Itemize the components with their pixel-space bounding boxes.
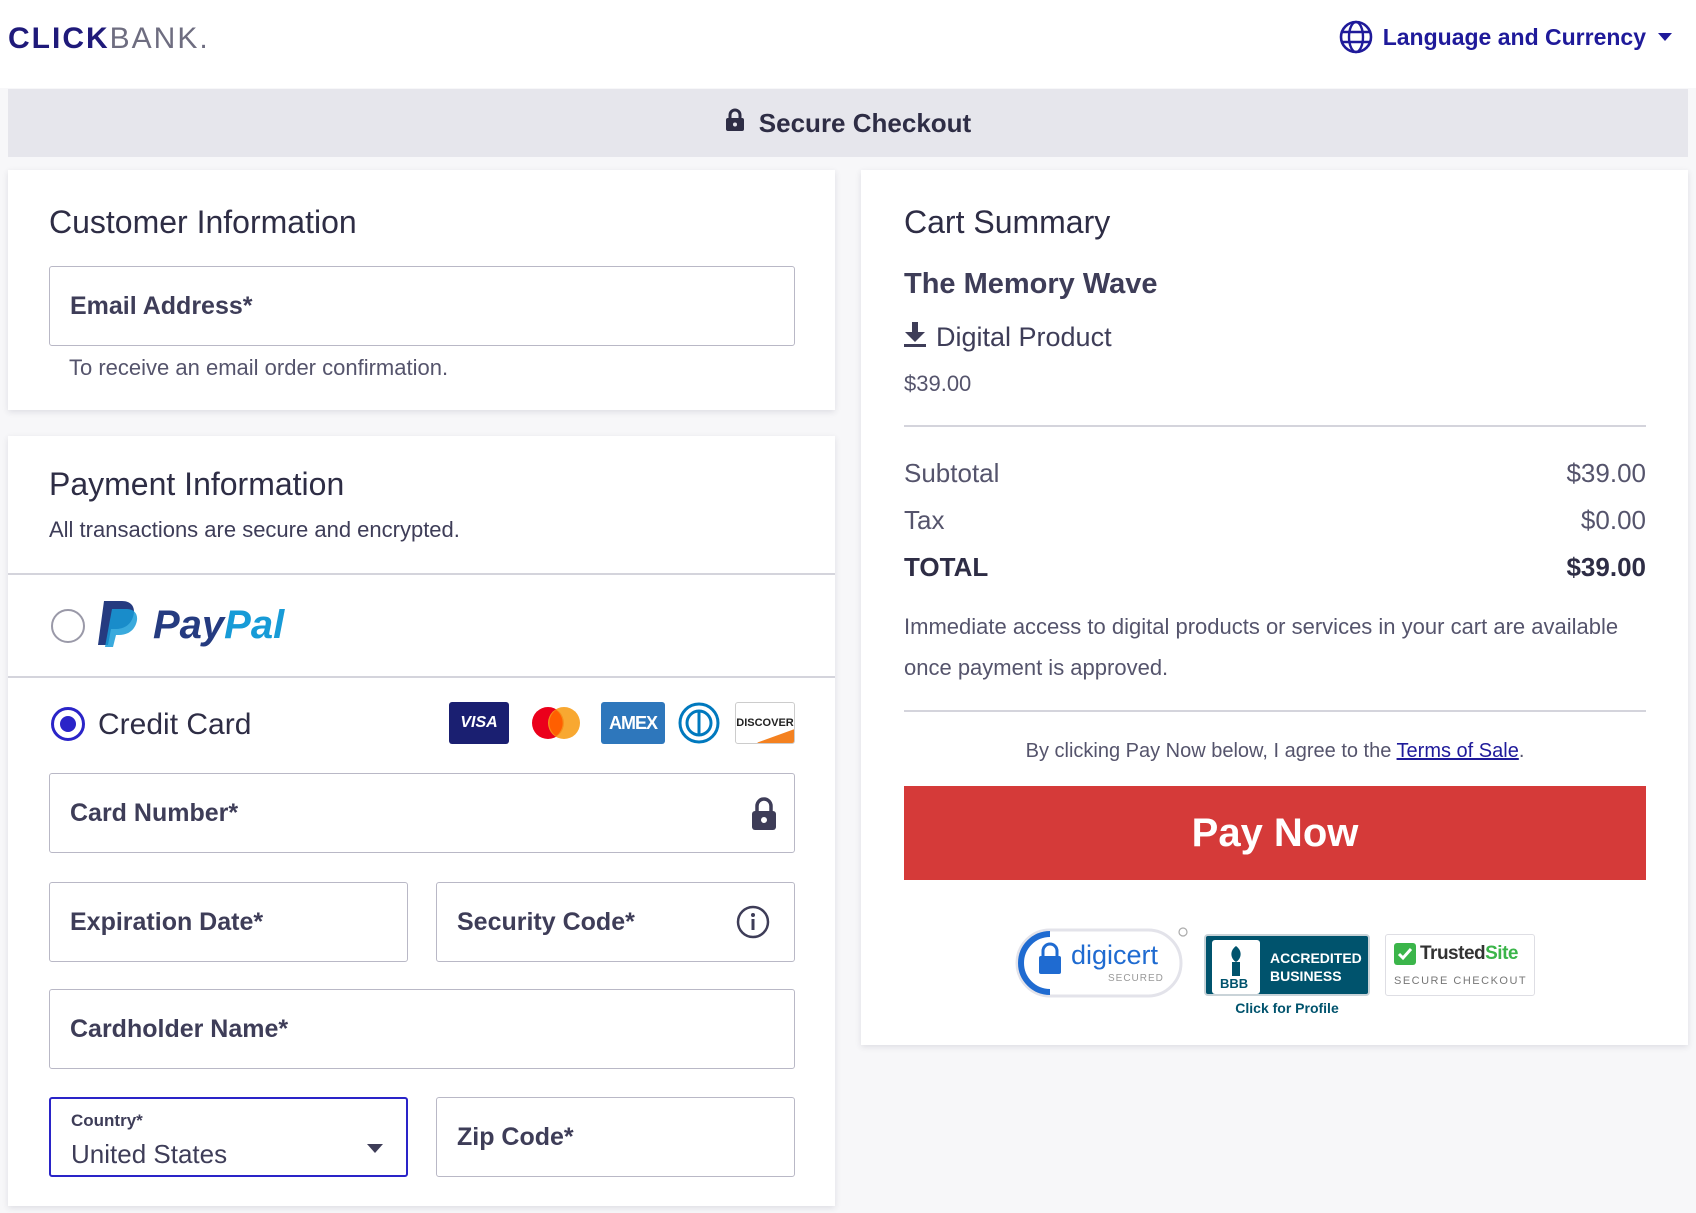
- lock-icon: [725, 108, 745, 139]
- email-helper-text: To receive an email order confirmation.: [69, 355, 449, 380]
- caret-down-icon: [366, 1133, 384, 1162]
- trustedsite-wordmark: TrustedSite: [1420, 943, 1518, 965]
- cart-summary-card: Cart Summary The Memory Wave Digital Pro…: [861, 170, 1688, 1045]
- expiration-date-field[interactable]: Expiration Date*: [49, 882, 408, 962]
- page-header: CLICKBANK. Language and Currency: [0, 0, 1696, 88]
- caret-down-icon: [1656, 31, 1674, 43]
- zip-code-field[interactable]: Zip Code*: [436, 1097, 795, 1177]
- globe-icon: [1339, 20, 1373, 54]
- tax-row: Tax $0.00: [904, 505, 1646, 536]
- email-placeholder: Email Address*: [70, 291, 253, 320]
- diners-club-icon: [678, 702, 720, 744]
- cardholder-name-placeholder: Cardholder Name*: [70, 1014, 289, 1043]
- language-currency-selector[interactable]: Language and Currency: [1339, 20, 1674, 54]
- secure-checkout-label: Secure Checkout: [758, 107, 972, 138]
- access-note: Immediate access to digital products or …: [904, 614, 1619, 680]
- zip-code-placeholder: Zip Code*: [457, 1122, 574, 1151]
- lock-icon: [750, 796, 778, 839]
- download-icon: [904, 321, 926, 354]
- customer-information-title: Customer Information: [49, 204, 357, 240]
- payment-information-title: Payment Information: [49, 466, 345, 502]
- customer-information-card: Customer Information Email Address* To r…: [8, 170, 835, 410]
- subtotal-label: Subtotal: [904, 458, 1000, 488]
- divider: [904, 425, 1646, 427]
- paypal-word-pal: Pal: [224, 603, 285, 647]
- discover-text: DISCOVER: [736, 717, 794, 729]
- info-icon[interactable]: [736, 905, 770, 946]
- trustedsite-secure-checkout-text: SECURE CHECKOUT: [1394, 975, 1528, 987]
- expiration-date-placeholder: Expiration Date*: [70, 907, 264, 936]
- visa-text: VISA: [460, 714, 498, 731]
- total-label: TOTAL: [904, 552, 989, 582]
- bbb-click-for-profile[interactable]: Click for Profile: [1204, 1000, 1370, 1016]
- agree-prefix: By clicking Pay Now below, I agree to th…: [1025, 740, 1397, 762]
- email-field[interactable]: Email Address*: [49, 266, 795, 346]
- bbb-torch-icon: BBB: [1212, 940, 1260, 994]
- paypal-wordmark[interactable]: PayPal: [153, 603, 284, 648]
- amex-text: AMEX: [608, 712, 658, 733]
- tax-value: $0.00: [1580, 505, 1646, 535]
- tax-label: Tax: [904, 505, 945, 535]
- country-value: United States: [71, 1139, 228, 1169]
- cardholder-name-field[interactable]: Cardholder Name*: [49, 989, 795, 1069]
- agree-suffix: .: [1518, 740, 1525, 762]
- total-value: $39.00: [1566, 552, 1646, 582]
- mastercard-icon: [526, 702, 586, 744]
- site-text: Site: [1485, 943, 1518, 964]
- clickbank-logo[interactable]: CLICKBANK.: [8, 22, 210, 56]
- product-type-label: Digital Product: [936, 322, 1112, 352]
- bbb-business-text: BUSINESS: [1270, 968, 1342, 984]
- trusted-text: Trusted: [1420, 943, 1486, 964]
- logo-bank-text: BANK.: [109, 22, 210, 55]
- bbb-badge[interactable]: BBB ACCREDITED BUSINESS: [1204, 934, 1370, 996]
- trustedsite-badge[interactable]: TrustedSite SECURE CHECKOUT: [1385, 934, 1535, 996]
- discover-icon: DISCOVER: [735, 702, 795, 744]
- discover-stripe: [757, 728, 794, 743]
- digicert-secured-text: SECURED: [1108, 973, 1164, 984]
- paypal-radio[interactable]: [51, 609, 85, 643]
- bbb-logo-text: BBB: [1220, 976, 1249, 991]
- amex-icon: AMEX: [601, 702, 665, 744]
- payment-information-card: Payment Information All transactions are…: [8, 436, 835, 1206]
- security-code-placeholder: Security Code*: [457, 907, 635, 936]
- product-price: $39.00: [904, 371, 972, 396]
- total-row: TOTAL $39.00: [904, 552, 1646, 583]
- country-label: Country*: [71, 1111, 143, 1130]
- divider: [904, 710, 1646, 712]
- subtotal-row: Subtotal $39.00: [904, 458, 1646, 489]
- visa-icon: VISA: [449, 702, 509, 744]
- credit-card-label[interactable]: Credit Card: [98, 708, 251, 742]
- bbb-accredited-text: ACCREDITED: [1270, 950, 1362, 966]
- terms-of-sale-link[interactable]: Terms of Sale: [1397, 740, 1519, 762]
- logo-click-text: CLICK: [8, 22, 110, 55]
- terms-agreement: By clicking Pay Now below, I agree to th…: [904, 740, 1646, 763]
- paypal-logo-icon[interactable]: [96, 599, 140, 654]
- divider: [8, 676, 835, 678]
- cart-summary-title: Cart Summary: [904, 204, 1111, 240]
- subtotal-value: $39.00: [1566, 458, 1646, 488]
- payment-secure-subtitle: All transactions are secure and encrypte…: [49, 517, 460, 542]
- divider: [8, 573, 835, 575]
- language-currency-label: Language and Currency: [1382, 23, 1646, 50]
- paypal-word-pay: Pay: [153, 603, 225, 647]
- checkmark-icon: [1394, 943, 1416, 970]
- credit-card-radio[interactable]: [51, 707, 85, 741]
- pay-now-button[interactable]: Pay Now: [904, 786, 1646, 880]
- secure-checkout-banner: Secure Checkout: [8, 89, 1688, 157]
- card-number-placeholder: Card Number*: [70, 798, 239, 827]
- card-number-field[interactable]: Card Number*: [49, 773, 795, 853]
- security-code-field[interactable]: Security Code*: [436, 882, 795, 962]
- digicert-badge[interactable]: digicert SECURED: [1013, 926, 1189, 1000]
- digicert-wordmark: digicert: [1071, 940, 1159, 970]
- country-select[interactable]: Country* United States: [49, 1097, 408, 1177]
- product-name: The Memory Wave: [904, 268, 1158, 300]
- product-type: Digital Product: [904, 321, 1112, 354]
